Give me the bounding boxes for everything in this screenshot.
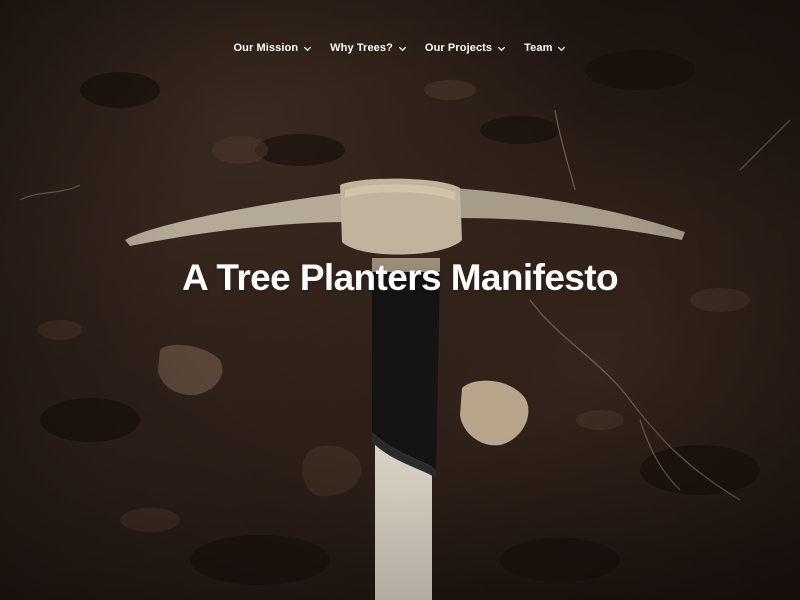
main-navigation: Our Mission Why Trees? Our Projects Team (0, 42, 800, 54)
nav-item-label: Our Mission (233, 42, 299, 54)
hero-section: Our Mission Why Trees? Our Projects Team… (0, 0, 800, 600)
chevron-down-icon (558, 46, 566, 51)
nav-item-label: Our Projects (424, 42, 493, 54)
hero-background-image (19, 50, 791, 600)
chevron-down-icon (304, 46, 312, 51)
nav-item-our-projects[interactable]: Our Projects (425, 42, 506, 54)
rock (158, 344, 529, 497)
nav-item-team[interactable]: Team (524, 42, 566, 54)
nav-item-our-mission[interactable]: Our Mission (234, 42, 313, 54)
nav-item-label: Why Trees? (330, 42, 393, 54)
pickaxe-handle (372, 270, 440, 600)
chevron-down-icon (398, 46, 407, 51)
hero-title: A Tree Planters Manifesto (182, 257, 619, 298)
chevron-down-icon (498, 46, 506, 51)
nav-item-why-trees[interactable]: Why Trees? (330, 42, 407, 54)
nav-item-label: Team (524, 42, 553, 54)
